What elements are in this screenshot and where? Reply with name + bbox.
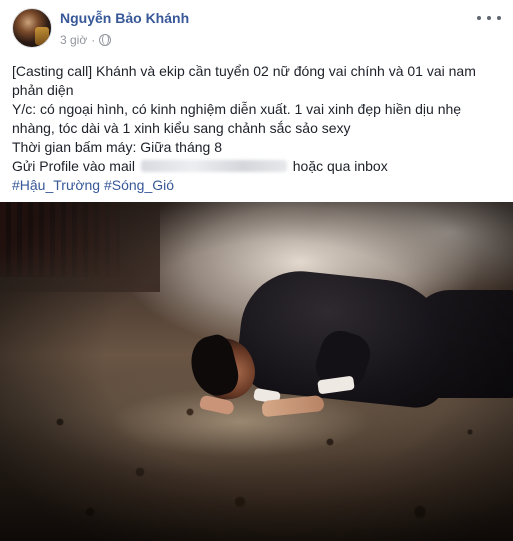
message-line-contact: Gửi Profile vào mail hoặc qua inbox: [12, 157, 502, 176]
author-avatar[interactable]: [12, 8, 52, 48]
more-dot: [487, 16, 491, 20]
more-dot: [497, 16, 501, 20]
contact-text-before: Gửi Profile vào mail: [12, 158, 135, 174]
message-line-schedule: Thời gian bấm máy: Giữa tháng 8: [12, 139, 222, 155]
post-timestamp[interactable]: 3 giờ: [60, 33, 87, 47]
message-line-requirements: Y/c: có ngoại hình, có kinh nghiệm diễn …: [12, 101, 462, 136]
photo-vignette: [0, 202, 513, 541]
message-line-casting: [Casting call] Khánh và ekip cần tuyển 0…: [12, 63, 476, 98]
post-header: Nguyễn Bảo Khánh 3 giờ ·: [0, 0, 513, 56]
post-message: [Casting call] Khánh và ekip cần tuyển 0…: [12, 62, 502, 195]
meta-separator: ·: [91, 33, 96, 47]
post-photo[interactable]: [0, 202, 513, 541]
contact-text-after: hoặc qua inbox: [292, 158, 388, 174]
more-dot: [477, 16, 481, 20]
hashtag-song-gio[interactable]: #Sóng_Gió: [104, 177, 174, 193]
post-meta: 3 giờ ·: [60, 33, 112, 47]
globe-icon[interactable]: [99, 34, 112, 46]
author-name-link[interactable]: Nguyễn Bảo Khánh: [60, 10, 189, 26]
message-hashtags: #Hậu_Trường #Sóng_Gió: [12, 176, 502, 195]
more-horizontal-icon[interactable]: [477, 10, 501, 26]
facebook-post: Nguyễn Bảo Khánh 3 giờ · [Casting call] …: [0, 0, 513, 541]
hashtag-hau-truong[interactable]: #Hậu_Trường: [12, 177, 100, 193]
redacted-email: [140, 160, 287, 172]
